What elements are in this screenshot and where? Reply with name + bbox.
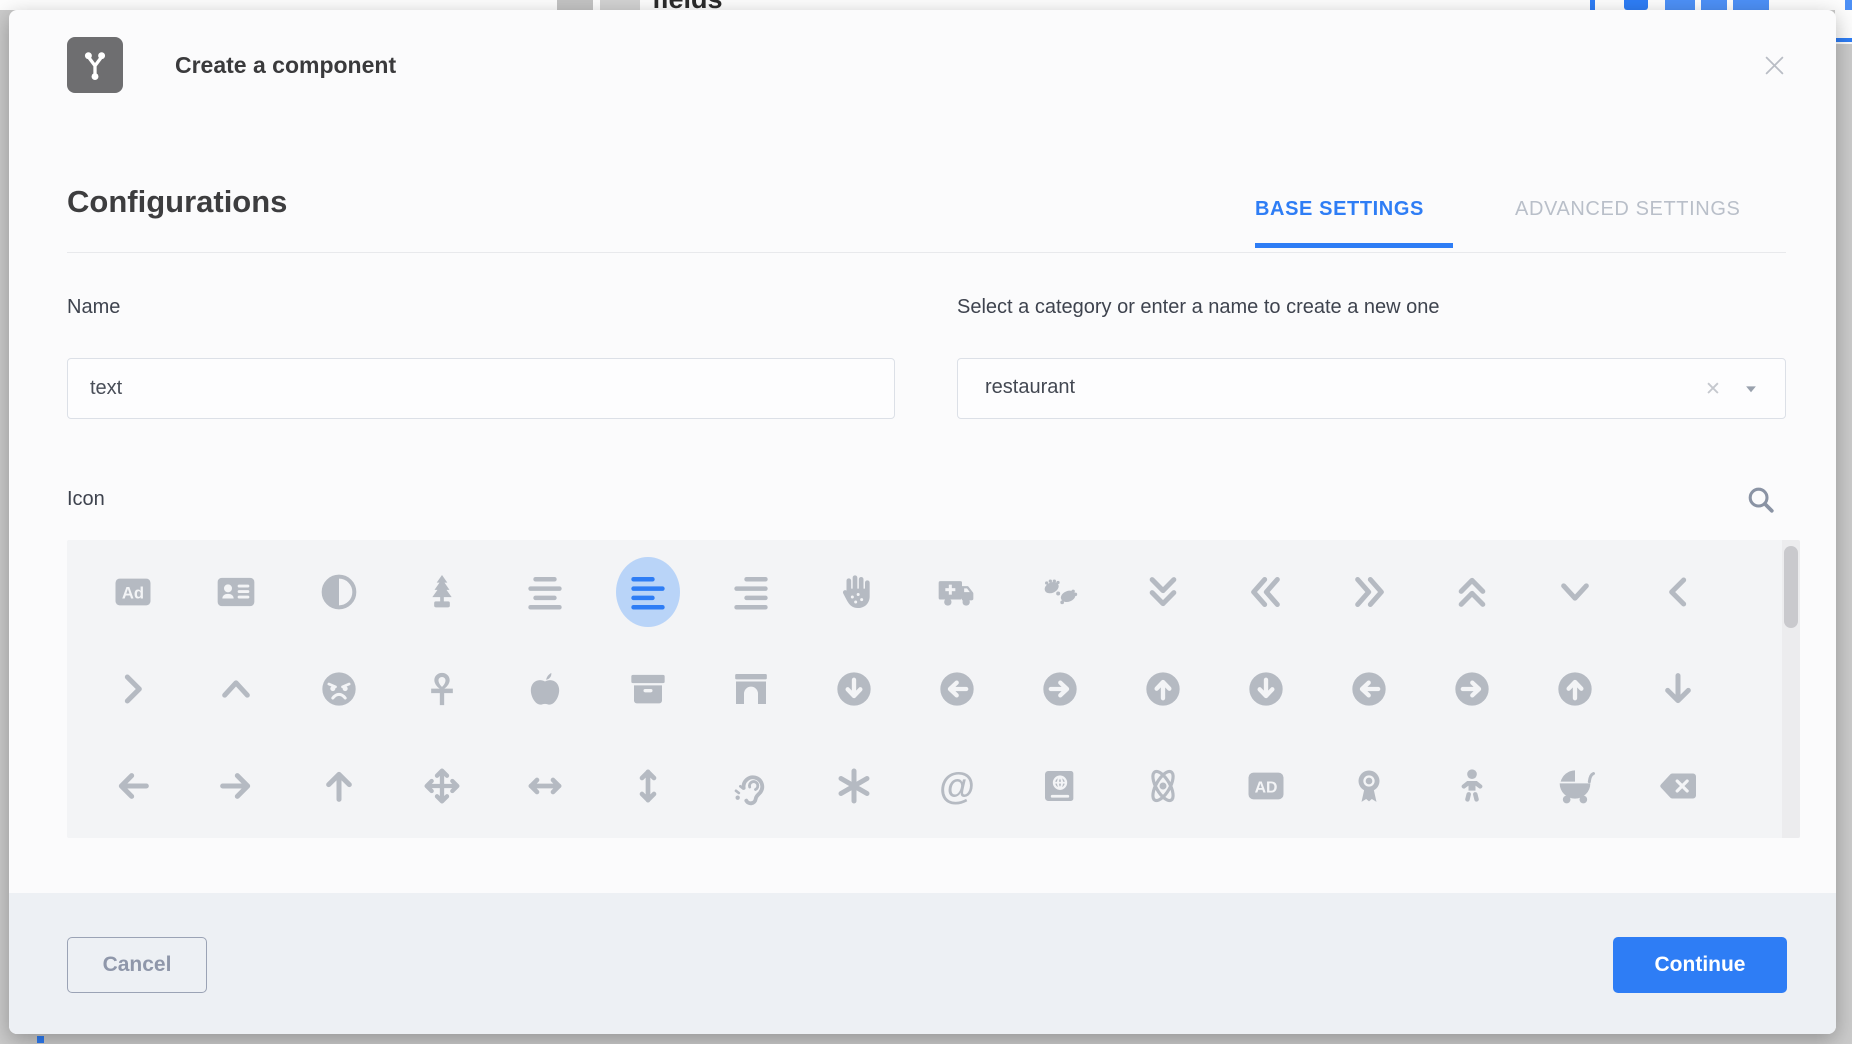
background-block — [600, 0, 640, 10]
icon-align-center[interactable] — [493, 543, 596, 640]
category-selected-value: restaurant — [985, 376, 1075, 399]
cancel-button[interactable]: Cancel — [67, 937, 207, 993]
background-link-fragment — [1733, 0, 1769, 10]
background-bottom-fragment — [37, 1036, 44, 1043]
background-block — [557, 0, 593, 10]
icon-angle-double-left[interactable] — [1214, 543, 1317, 640]
active-tab-underline — [1255, 243, 1453, 248]
icon-arrows-alt-v[interactable] — [596, 737, 699, 834]
clear-x-icon[interactable]: ✕ — [1700, 375, 1726, 403]
icon-baby-carriage[interactable] — [1523, 737, 1626, 834]
icon-grid-scrollbar-thumb[interactable] — [1784, 546, 1798, 628]
svg-text:Ad: Ad — [121, 583, 143, 602]
section-divider — [67, 252, 1786, 253]
icon-air-freshener[interactable] — [390, 543, 493, 640]
icon-arrow-up[interactable] — [287, 737, 390, 834]
svg-text:AD: AD — [1254, 779, 1277, 796]
icon-angle-right[interactable] — [81, 640, 184, 737]
icon-arrow-alt-circle-down[interactable] — [802, 640, 905, 737]
tab-advanced-settings[interactable]: ADVANCED SETTINGS — [1515, 198, 1740, 221]
icon-align-right[interactable] — [699, 543, 802, 640]
continue-button[interactable]: Continue — [1613, 937, 1787, 993]
icon-arrow-circle-down[interactable] — [1214, 640, 1317, 737]
close-icon[interactable] — [1759, 50, 1789, 80]
category-select[interactable]: restaurant ✕ — [957, 358, 1786, 419]
icon-arrow-right[interactable] — [184, 737, 287, 834]
icon-arrow-circle-up[interactable] — [1523, 640, 1626, 737]
icon-angle-double-right[interactable] — [1317, 543, 1420, 640]
icon-angry[interactable] — [287, 640, 390, 737]
icon-arrows-alt[interactable] — [390, 737, 493, 834]
icon-arrow-circle-right[interactable] — [1420, 640, 1523, 737]
icon-grid: Ad @ AD — [67, 540, 1800, 838]
background-link-fragment — [1845, 0, 1852, 10]
background-bookmark-icon — [1624, 0, 1648, 10]
icon-adjust[interactable] — [287, 543, 390, 640]
icon-american-sign-language-interpreting[interactable] — [1008, 543, 1111, 640]
dialog-title: Create a component — [175, 52, 396, 79]
icon-backspace[interactable] — [1626, 737, 1729, 834]
dialog-footer: Cancel Continue — [9, 893, 1836, 1034]
page-title: Configurations — [67, 184, 287, 220]
icon-archive[interactable] — [596, 640, 699, 737]
icon-grid-scrollbar-track[interactable] — [1782, 540, 1800, 838]
icon-award[interactable] — [1317, 737, 1420, 834]
icon-angle-double-down[interactable] — [1111, 543, 1214, 640]
icon-section-label: Icon — [67, 488, 105, 511]
icon-arrow-alt-circle-left[interactable] — [905, 640, 1008, 737]
create-component-dialog: Create a component Configurations BASE S… — [9, 10, 1836, 1034]
icon-ambulance[interactable] — [905, 543, 1008, 640]
icon-ankh[interactable] — [390, 640, 493, 737]
icon-angle-left[interactable] — [1626, 543, 1729, 640]
dialog-header: Create a component — [9, 10, 1836, 100]
icon-archway[interactable] — [699, 640, 802, 737]
tab-base-settings[interactable]: BASE SETTINGS — [1255, 198, 1424, 221]
icon-atom[interactable] — [1111, 737, 1214, 834]
screen: fields Create a component — [0, 0, 1852, 1044]
icon-arrow-left[interactable] — [81, 737, 184, 834]
caret-down-icon[interactable] — [1738, 375, 1764, 403]
name-input[interactable] — [67, 358, 895, 419]
icon-ad[interactable]: Ad — [81, 543, 184, 640]
icon-allergies[interactable] — [802, 543, 905, 640]
icon-align-left[interactable] — [596, 543, 699, 640]
component-branch-icon — [67, 37, 123, 93]
icon-grid-cells: Ad @ AD — [81, 543, 1733, 834]
background-link-fragment — [1665, 0, 1695, 10]
icon-arrow-alt-circle-up[interactable] — [1111, 640, 1214, 737]
svg-text:@: @ — [939, 766, 975, 806]
icon-angle-down[interactable] — [1523, 543, 1626, 640]
background-link-fragment — [1701, 0, 1727, 10]
icon-atlas[interactable] — [1008, 737, 1111, 834]
icon-arrows-alt-h[interactable] — [493, 737, 596, 834]
background-accent-bar — [1590, 0, 1595, 10]
icon-angle-double-up[interactable] — [1420, 543, 1523, 640]
icon-arrow-alt-circle-right[interactable] — [1008, 640, 1111, 737]
icon-audio-description[interactable]: AD — [1214, 737, 1317, 834]
icon-at[interactable]: @ — [905, 737, 1008, 834]
category-field-label: Select a category or enter a name to cre… — [957, 296, 1440, 319]
icon-apple-alt[interactable] — [493, 640, 596, 737]
icon-asterisk[interactable] — [802, 737, 905, 834]
icon-address-card[interactable] — [184, 543, 287, 640]
background-toolbar-fragment: fields — [0, 0, 1852, 10]
icon-assistive-listening-systems[interactable] — [699, 737, 802, 834]
background-text-fragment: fields — [652, 0, 723, 10]
icon-baby[interactable] — [1420, 737, 1523, 834]
search-icon[interactable] — [1745, 484, 1777, 516]
icon-arrow-down[interactable] — [1626, 640, 1729, 737]
background-tab-underline-fragment — [1835, 38, 1852, 42]
icon-angle-up[interactable] — [184, 640, 287, 737]
name-field-label: Name — [67, 296, 120, 319]
icon-arrow-circle-left[interactable] — [1317, 640, 1420, 737]
